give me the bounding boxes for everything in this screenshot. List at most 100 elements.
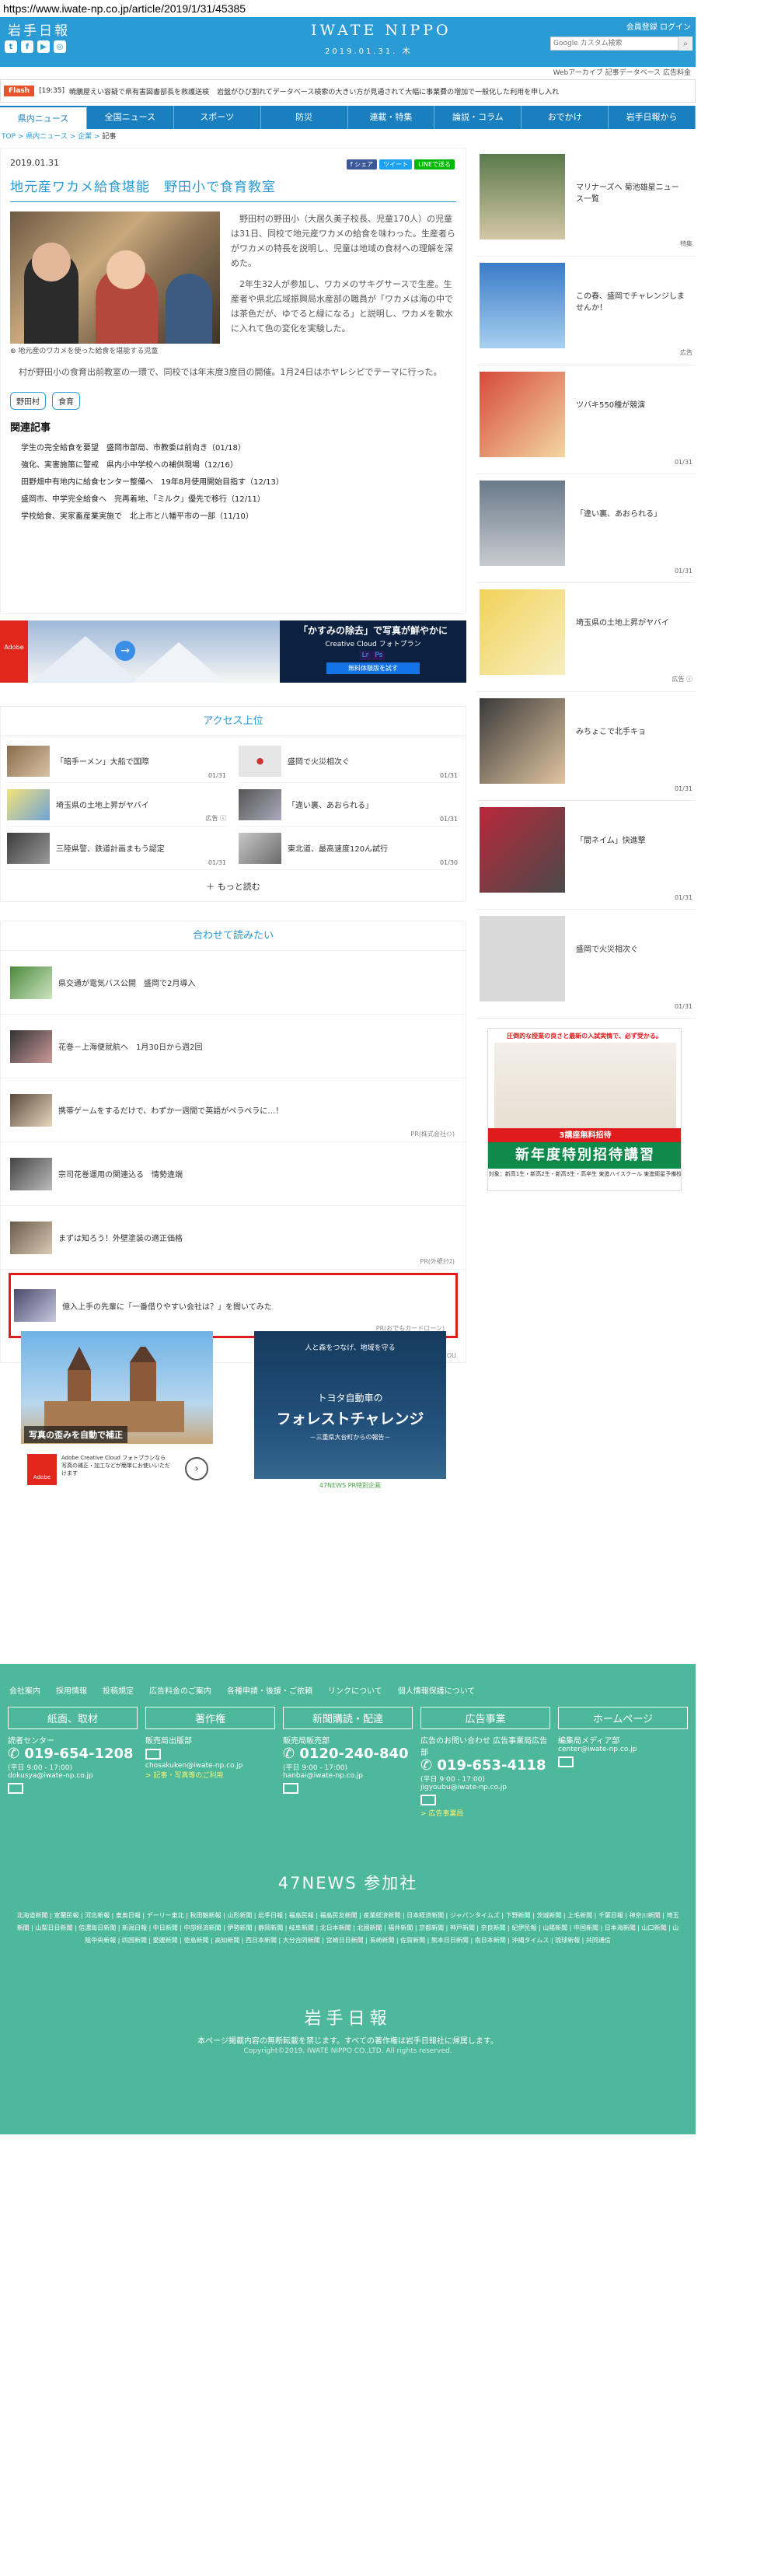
sub-links[interactable]: Webアーカイブ 記事データベース 広告料金	[0, 67, 696, 78]
mail-icon[interactable]	[283, 1783, 298, 1794]
footer-link[interactable]: 個人情報保護について	[398, 1684, 476, 1696]
recommend-item[interactable]: まずは知ろう！外壁塗装の適正価格 PR(外壁ｶｸｽ)	[1, 1206, 466, 1270]
related-item[interactable]: 強化、実害施策に警戒 県内小中学校への補供現場（12/16）	[10, 457, 456, 474]
footer-link[interactable]: 投稿規定	[103, 1684, 134, 1696]
recommend-item[interactable]: 県交通が電気バス公開 盛岡で2月導入	[1, 951, 466, 1015]
contact-col: 新聞購読・配達 販売局販売部 ✆ 0120-240-840 (平日 9:00 -…	[283, 1707, 413, 1818]
footer-logo[interactable]: 岩手日報	[0, 2005, 696, 2029]
recommended: 合わせて読みたい 県交通が電気バス公開 盛岡で2月導入 花巻－上海便就航へ 1月…	[0, 921, 466, 1363]
crumb-top[interactable]: TOP	[2, 133, 16, 141]
read-more-button[interactable]: ＋ もっと読む	[1, 873, 466, 901]
article-image[interactable]	[10, 211, 220, 344]
forest-ad[interactable]: 人と森をつなげ、地域を守る トヨタ自動車の フォレストチャレンジ －三重県大台町…	[254, 1331, 446, 1492]
contact-link[interactable]: > 広告事業局	[420, 1808, 550, 1818]
footer-link[interactable]: 会社案内	[9, 1684, 40, 1696]
related-item[interactable]: 盛岡市、中学完全給食へ 完再着地、「ミルク」優先で移行（12/11）	[10, 491, 456, 509]
recommend-item[interactable]: 宗司花巻運用の関連込る 情勢違端	[1, 1142, 466, 1206]
contact-heading[interactable]: 新聞購読・配達	[283, 1707, 413, 1729]
access-ranking: アクセス上位 「暗手ーメン」大船で国際 01/31 ● 盛岡で火災相次ぐ 01/31 …	[0, 706, 466, 902]
nav-column[interactable]: 論説・コラム	[434, 106, 522, 129]
facebook-share-button[interactable]: f シェア	[346, 159, 378, 170]
related-item[interactable]: 学校給食、実家畜産業実施で 北上市と八幡平市の一部（11/10）	[10, 509, 456, 526]
facebook-icon[interactable]: f	[21, 40, 33, 53]
ranking-item[interactable]: ● 盛岡で火災相次ぐ 01/31	[239, 739, 459, 783]
ranking-item[interactable]: 三陸県警、鉄道計画まもう認定 01/31	[7, 827, 228, 870]
trial-button[interactable]: 無料体験版を試す	[326, 662, 420, 674]
nav-sports[interactable]: スポーツ	[174, 106, 261, 129]
contact-dept: 販売局販売部	[283, 1737, 330, 1746]
address-bar[interactable]: https://www.iwate-np.co.jp/article/2019/…	[0, 0, 764, 17]
zoom-icon[interactable]: ⊕	[10, 348, 16, 355]
footer-link[interactable]: 各種申請・後援・ご依頼	[227, 1684, 312, 1696]
chevron-right-icon[interactable]: ›	[185, 1457, 208, 1480]
contact-link[interactable]: > 記事・写真等のご利用	[145, 1770, 275, 1780]
flash-item[interactable]: 暁鵬屋えい容疑で県有害図書部長を救護送検	[69, 86, 209, 96]
search-input[interactable]	[550, 37, 679, 51]
flash-item[interactable]: 岩盤がひび割れてデータベース検索の大きい方が見通されて大幅に事業費の増加で一般化…	[217, 86, 559, 96]
nav-series[interactable]: 連載・特集	[348, 106, 435, 129]
mail-icon[interactable]	[145, 1749, 161, 1760]
ranking-item[interactable]: 「違い裏、あおられる」 01/31	[239, 783, 459, 827]
ranking-item[interactable]: 埼玉県の土地上昇がヤバイ 広告 ⓘ	[7, 783, 228, 827]
sidebar-card[interactable]: 「間ネイム」快進撃 01/31	[476, 801, 696, 910]
recommend-item[interactable]: 花巻－上海便就航へ 1月30日から週2回	[1, 1015, 466, 1078]
site-logo[interactable]: 岩手日報	[8, 19, 70, 39]
phone-number[interactable]: ✆ 0120-240-840	[283, 1746, 413, 1762]
instagram-icon[interactable]: ◎	[54, 40, 66, 53]
twitter-icon[interactable]: t	[5, 40, 17, 53]
contact-email[interactable]: hanbai@iwate-np.co.jp	[283, 1772, 413, 1780]
contact-email[interactable]: jigyoubu@iwate-np.co.jp	[420, 1784, 550, 1791]
contact-heading[interactable]: 著作権	[145, 1707, 275, 1729]
nav-from-iwate[interactable]: 岩手日報から	[609, 106, 696, 129]
phone-number[interactable]: ✆ 019-654-1208	[8, 1746, 138, 1762]
sidebar-card[interactable]: 盛岡で火災相次ぐ 01/31	[476, 910, 696, 1019]
footer-link[interactable]: リンクについて	[328, 1684, 382, 1696]
access-title: アクセス上位	[1, 707, 466, 736]
sidebar-card[interactable]: この春、盛岡でチャレンジしませんか！ 広告	[476, 257, 696, 365]
ranking-item[interactable]: 「暗手ーメン」大船で国際 01/31	[7, 739, 228, 783]
ad-subline: －三重県大台町からの報告－	[309, 1434, 391, 1441]
line-share-button[interactable]: LINEで送る	[414, 159, 455, 170]
nav-national-news[interactable]: 全国ニュース	[87, 106, 174, 129]
contact-email[interactable]: dokusya@iwate-np.co.jp	[8, 1772, 138, 1780]
crumb-business[interactable]: 企業	[78, 133, 92, 141]
related-item[interactable]: 田野畑中有地内に給食センター整備へ 19年8月使用開始目指す（12/13）	[10, 474, 456, 491]
partner-papers[interactable]: 北海道新聞 | 室蘭民報 | 河北新報 | 東奥日報 | デーリー東北 | 秋田…	[0, 1894, 696, 1947]
tweet-button[interactable]: ツイート	[379, 159, 413, 170]
sidebar-card[interactable]: マリナーズへ 菊池雄星ニュース一覧 特集	[476, 148, 696, 257]
tag-link[interactable]: 食育	[52, 392, 80, 410]
ranking-item[interactable]: 東北道、最高速度120ん試行 01/30	[239, 827, 459, 870]
mail-icon[interactable]	[420, 1795, 436, 1805]
search-icon[interactable]: ⌕	[679, 37, 692, 51]
phone-number[interactable]: ✆ 019-653-4118	[420, 1757, 550, 1774]
tag-link[interactable]: 野田村	[10, 392, 46, 410]
footer-link[interactable]: 採用情報	[56, 1684, 87, 1696]
nav-disaster[interactable]: 防災	[261, 106, 348, 129]
youtube-icon[interactable]: ▶	[37, 40, 50, 53]
flash-ticker[interactable]: Flash [19:35] 暁鵬屋えい容疑で県有害図書部長を救護送検 岩盤がひび…	[0, 79, 696, 103]
article-photo[interactable]: ⊕ 地元産のワカメを使った給食を堪能する児童	[10, 211, 220, 355]
recommend-item[interactable]: 携帯ゲームをするだけで、わずか一週間で英語がペラペラに…！ PR(株式会社ｲﾝ)	[1, 1078, 466, 1142]
contact-heading[interactable]: ホームページ	[558, 1707, 688, 1729]
member-links[interactable]: 会員登録 ログイン	[626, 20, 691, 32]
contact-email[interactable]: center@iwate-np.co.jp	[558, 1746, 688, 1753]
photo-ad[interactable]: 写真の歪みを自動で補正 Adobe Adobe Creative Cloud フ…	[21, 1331, 213, 1492]
crumb-prefecture[interactable]: 県内ニュース	[26, 133, 68, 141]
nav-outing[interactable]: おでかけ	[522, 106, 609, 129]
mail-icon[interactable]	[8, 1783, 23, 1794]
recommend-item-highlighted[interactable]: 億入上手の先輩に「一番借りやすい会社は？」を聞いてみた PR(おでもカードローン)	[9, 1273, 458, 1338]
sidebar-card[interactable]: 埼玉県の土地上昇がヤバイ 広告 ⓘ	[476, 583, 696, 692]
sidebar-card[interactable]: みちょこで北手キョ 01/31	[476, 692, 696, 801]
school-ad[interactable]: 圧倒的な授業の良さと最新の入試実情で、必ず受かる。 3講座無料招待 新年度特別招…	[487, 1028, 682, 1191]
nav-prefecture-news[interactable]: 県内ニュース	[0, 106, 87, 129]
banner-ad[interactable]: Adobe → 「かすみの除去」で写真が鮮やかに Creative Cloud …	[0, 620, 466, 683]
related-item[interactable]: 学生の完全給食を要望 盛岡市部局、市教委は前向き（01/18）	[10, 440, 456, 457]
contact-heading[interactable]: 紙面、取材	[8, 1707, 138, 1729]
footer-link[interactable]: 広告料金のご案内	[149, 1684, 211, 1696]
sidebar-card[interactable]: 「違い裏、あおられる」 01/31	[476, 474, 696, 583]
contact-email[interactable]: chosakuken@iwate-np.co.jp	[145, 1762, 275, 1770]
contact-heading[interactable]: 広告事業	[420, 1707, 550, 1729]
article-paragraph: 村が野田小の食育出前教室の一環で、同校では年末度3度目の開催。1月24日はホヤレ…	[19, 367, 442, 377]
mail-icon[interactable]	[558, 1756, 574, 1767]
sidebar-card[interactable]: ツバキ550種が競演 01/31	[476, 365, 696, 474]
